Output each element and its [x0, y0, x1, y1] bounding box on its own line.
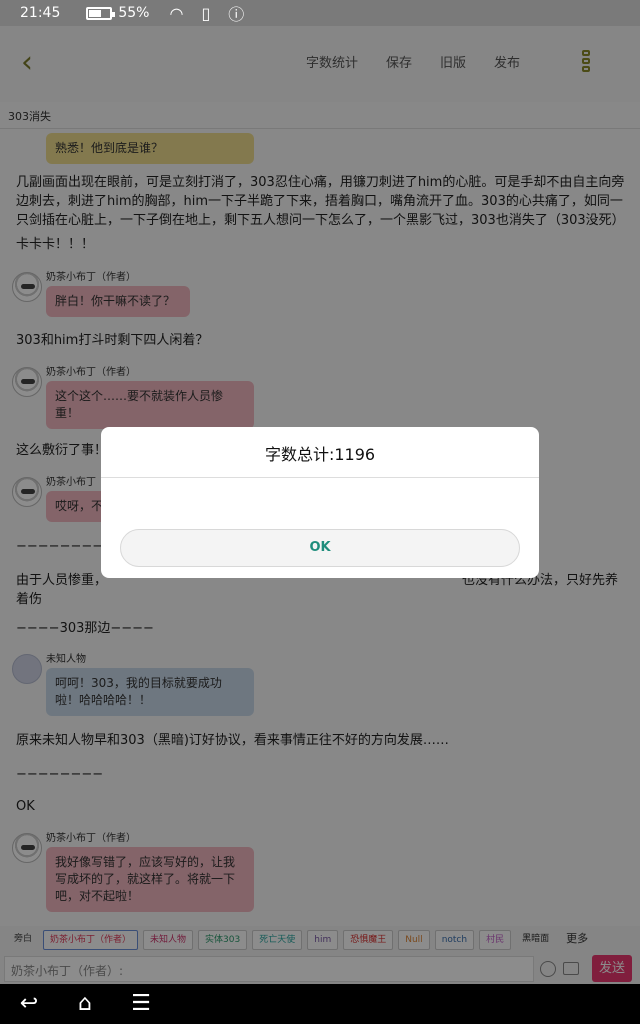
system-nav-bar: ↩ ⌂ ☰ [0, 984, 640, 1024]
ok-button[interactable]: OK [120, 529, 520, 567]
back-icon[interactable]: ↩ [12, 992, 46, 1016]
recents-icon[interactable]: ☰ [124, 992, 158, 1016]
status-time: 21:45 [20, 5, 61, 21]
battery-fill [89, 9, 102, 17]
status-bar: 21:45 55% ◠ ▯ ⓘ [0, 0, 640, 26]
info-icon: ⓘ [228, 5, 245, 24]
word-count-dialog: 字数总计:1196 OK [101, 427, 539, 578]
wifi-icon: ◠ [169, 3, 184, 23]
battery-icon [86, 6, 116, 20]
battery-percent: 55% [118, 5, 150, 21]
vibrate-icon: ▯ [201, 3, 211, 23]
home-icon[interactable]: ⌂ [68, 992, 102, 1016]
dialog-title: 字数总计:1196 [264, 445, 376, 464]
dialog-divider [101, 477, 539, 478]
